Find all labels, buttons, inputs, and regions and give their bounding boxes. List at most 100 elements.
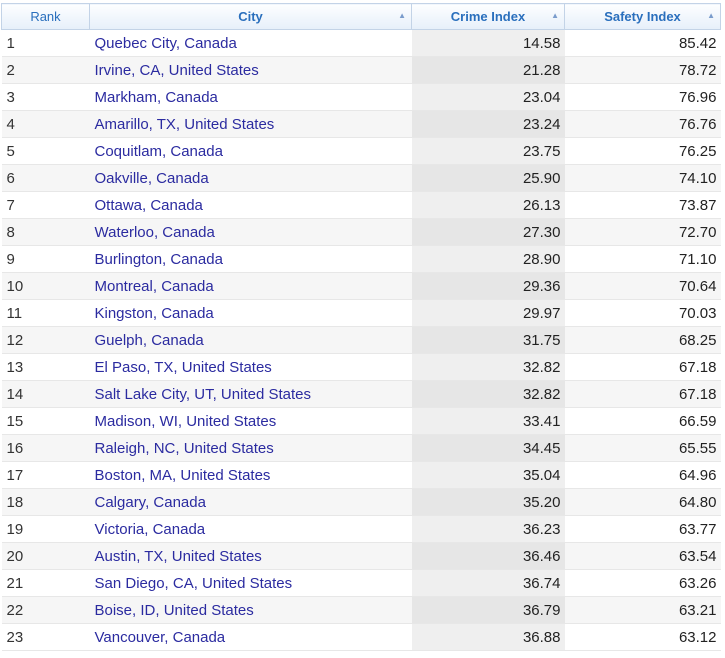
safety-index-cell: 63.26 xyxy=(564,569,721,597)
safety-index-cell: 63.54 xyxy=(564,542,721,570)
crime-index-cell: 32.82 xyxy=(411,353,565,381)
crime-index-cell: 33.41 xyxy=(411,407,565,435)
city-link[interactable]: Montreal, Canada xyxy=(95,278,214,295)
city-link[interactable]: Oakville, Canada xyxy=(95,170,209,187)
city-cell: Irvine, CA, United States xyxy=(89,56,412,84)
table-row: 16 Raleigh, NC, United States 34.45 65.55 xyxy=(1,434,721,462)
table-row: 11 Kingston, Canada 29.97 70.03 xyxy=(1,299,721,327)
city-link[interactable]: Ottawa, Canada xyxy=(95,197,203,214)
rank-cell: 20 xyxy=(1,542,90,570)
table-row: 13 El Paso, TX, United States 32.82 67.18 xyxy=(1,353,721,381)
city-cell: Austin, TX, United States xyxy=(89,542,412,570)
rank-header-label: Rank xyxy=(30,9,61,24)
safety-index-cell: 76.96 xyxy=(564,83,721,111)
city-column-header[interactable]: City ▲ xyxy=(89,3,412,30)
crime-index-cell: 34.45 xyxy=(411,434,565,462)
rank-cell: 13 xyxy=(1,353,90,381)
crime-index-cell: 36.88 xyxy=(411,623,565,651)
rank-cell: 9 xyxy=(1,245,90,273)
city-link[interactable]: Amarillo, TX, United States xyxy=(95,116,275,133)
crime-index-cell: 29.36 xyxy=(411,272,565,300)
crime-index-cell: 23.04 xyxy=(411,83,565,111)
crime-index-cell: 36.74 xyxy=(411,569,565,597)
city-cell: Coquitlam, Canada xyxy=(89,137,412,165)
crime-index-cell: 29.97 xyxy=(411,299,565,327)
city-cell: Oakville, Canada xyxy=(89,164,412,192)
table-row: 9 Burlington, Canada 28.90 71.10 xyxy=(1,245,721,273)
rank-cell: 4 xyxy=(1,110,90,138)
safety-index-cell: 67.18 xyxy=(564,380,721,408)
crime-index-cell: 14.58 xyxy=(411,29,565,57)
table-row: 19 Victoria, Canada 36.23 63.77 xyxy=(1,515,721,543)
city-cell: Raleigh, NC, United States xyxy=(89,434,412,462)
city-cell: Boise, ID, United States xyxy=(89,596,412,624)
city-cell: Calgary, Canada xyxy=(89,488,412,516)
city-link[interactable]: Irvine, CA, United States xyxy=(95,62,259,79)
table-row: 15 Madison, WI, United States 33.41 66.59 xyxy=(1,407,721,435)
table-row: 23 Vancouver, Canada 36.88 63.12 xyxy=(1,623,721,651)
city-cell: Amarillo, TX, United States xyxy=(89,110,412,138)
rank-cell: 15 xyxy=(1,407,90,435)
city-link[interactable]: Burlington, Canada xyxy=(95,251,223,268)
table-row: 14 Salt Lake City, UT, United States 32.82… xyxy=(1,380,721,408)
city-link[interactable]: Quebec City, Canada xyxy=(95,35,237,52)
table-body: 1 Quebec City, Canada 14.58 85.42 2 Irvine, C… xyxy=(1,29,721,651)
city-cell: Markham, Canada xyxy=(89,83,412,111)
city-link[interactable]: Calgary, Canada xyxy=(95,494,206,511)
city-link[interactable]: Guelph, Canada xyxy=(95,332,204,349)
city-link[interactable]: Kingston, Canada xyxy=(95,305,214,322)
city-header-label: City xyxy=(238,9,263,24)
crime-index-cell: 26.13 xyxy=(411,191,565,219)
rank-cell: 2 xyxy=(1,56,90,84)
city-cell: Kingston, Canada xyxy=(89,299,412,327)
rank-cell: 18 xyxy=(1,488,90,516)
city-cell: Boston, MA, United States xyxy=(89,461,412,489)
table-row: 1 Quebec City, Canada 14.58 85.42 xyxy=(1,29,721,57)
table-row: 17 Boston, MA, United States 35.04 64.96 xyxy=(1,461,721,489)
safety-index-cell: 68.25 xyxy=(564,326,721,354)
city-link[interactable]: Salt Lake City, UT, United States xyxy=(95,386,311,403)
safety-index-cell: 76.76 xyxy=(564,110,721,138)
table-row: 8 Waterloo, Canada 27.30 72.70 xyxy=(1,218,721,246)
crime-index-cell: 28.90 xyxy=(411,245,565,273)
safety-index-cell: 70.64 xyxy=(564,272,721,300)
rank-cell: 23 xyxy=(1,623,90,651)
city-link[interactable]: Boston, MA, United States xyxy=(95,467,271,484)
safety-index-cell: 78.72 xyxy=(564,56,721,84)
rank-cell: 12 xyxy=(1,326,90,354)
crime-index-cell: 35.20 xyxy=(411,488,565,516)
city-cell: El Paso, TX, United States xyxy=(89,353,412,381)
table-row: 5 Coquitlam, Canada 23.75 76.25 xyxy=(1,137,721,165)
table-row: 18 Calgary, Canada 35.20 64.80 xyxy=(1,488,721,516)
table-row: 10 Montreal, Canada 29.36 70.64 xyxy=(1,272,721,300)
safety-index-column-header[interactable]: Safety Index ▲ xyxy=(564,3,721,30)
city-link[interactable]: Victoria, Canada xyxy=(95,521,206,538)
ranking-table: Rank City ▲ Crime Index ▲ Safety Index ▲ 1Q… xyxy=(1,3,721,651)
city-link[interactable]: Markham, Canada xyxy=(95,89,218,106)
city-link[interactable]: San Diego, CA, United States xyxy=(95,575,293,592)
safety-index-cell: 64.80 xyxy=(564,488,721,516)
city-link[interactable]: Coquitlam, Canada xyxy=(95,143,223,160)
rank-cell: 6 xyxy=(1,164,90,192)
table-row: 7 Ottawa, Canada 26.13 73.87 xyxy=(1,191,721,219)
city-link[interactable]: El Paso, TX, United States xyxy=(95,359,272,376)
city-link[interactable]: Austin, TX, United States xyxy=(95,548,262,565)
city-link[interactable]: Boise, ID, United States xyxy=(95,602,254,619)
crime-index-column-header[interactable]: Crime Index ▲ xyxy=(411,3,565,30)
rank-cell: 21 xyxy=(1,569,90,597)
city-link[interactable]: Madison, WI, United States xyxy=(95,413,277,430)
rank-cell: 10 xyxy=(1,272,90,300)
city-link[interactable]: Raleigh, NC, United States xyxy=(95,440,274,457)
city-link[interactable]: Vancouver, Canada xyxy=(95,629,226,646)
crime-index-cell: 36.46 xyxy=(411,542,565,570)
city-cell: Salt Lake City, UT, United States xyxy=(89,380,412,408)
sort-arrow-icon: ▲ xyxy=(398,11,406,20)
city-cell: Quebec City, Canada xyxy=(89,29,412,57)
city-link[interactable]: Waterloo, Canada xyxy=(95,224,215,241)
rank-column-header[interactable]: Rank xyxy=(1,3,90,30)
safety-index-cell: 63.77 xyxy=(564,515,721,543)
safety-index-cell: 70.03 xyxy=(564,299,721,327)
sort-arrow-icon: ▲ xyxy=(551,11,559,20)
crime-index-cell: 27.30 xyxy=(411,218,565,246)
safety-index-cell: 72.70 xyxy=(564,218,721,246)
